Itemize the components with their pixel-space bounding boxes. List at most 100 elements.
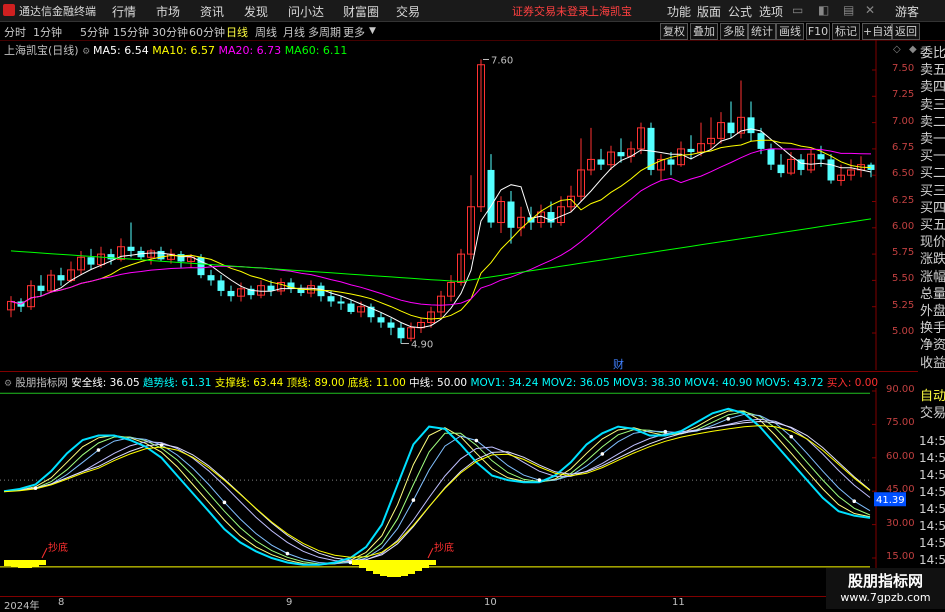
x-label-aug: 8: [58, 597, 65, 608]
menu-item-function[interactable]: 功能: [667, 3, 691, 20]
notice-stock[interactable]: 上海凯宝: [588, 3, 632, 19]
menu-item-wealth[interactable]: 财富圈: [343, 3, 379, 20]
side-panel-item[interactable]: 买一: [920, 145, 945, 164]
menu-item-options[interactable]: 选项: [759, 3, 783, 20]
time-tick-label: 14:56: [919, 553, 945, 567]
side-panel-item[interactable]: 卖二: [920, 111, 945, 130]
safety-dot: [726, 417, 731, 421]
side-panel-item[interactable]: 涨跌: [920, 248, 945, 267]
side-panel-item[interactable]: 买二: [920, 162, 945, 181]
side-panel-item[interactable]: 换手: [920, 317, 945, 336]
bottom-bar: [401, 560, 408, 576]
candle-down: [667, 159, 675, 165]
caret-icon: ◆: [909, 44, 917, 55]
back-button[interactable]: 返回: [892, 23, 920, 40]
login-notice[interactable]: 证券交易未登录: [512, 3, 589, 19]
indicator-axis: 90.00 75.00 60.00 45.00 30.00 15.00 14:56 14:56…: [876, 384, 945, 593]
safety-dot: [96, 448, 101, 452]
app-title: 通达信金融终端: [19, 5, 96, 18]
low-price-label: 4.90: [411, 340, 433, 351]
side-panel-item[interactable]: 买五: [920, 214, 945, 233]
side-panel-lower-item[interactable]: 交易: [920, 402, 945, 421]
menu-item-market[interactable]: 市场: [156, 3, 180, 20]
period-tab-5min[interactable]: 5分钟: [80, 24, 109, 40]
candle-down: [177, 254, 185, 262]
period-tab-15min[interactable]: 15分钟: [113, 24, 149, 40]
period-tab-intraday[interactable]: 分时: [4, 24, 26, 40]
period-tab-daily[interactable]: 日线: [226, 24, 248, 40]
menu-bar: 通达信金融终端 行情 市场 资讯 发现 问小达 财富圈 交易 证券交易未登录 上…: [0, 0, 945, 22]
side-panel-item[interactable]: 收益: [920, 352, 945, 371]
time-tick-label: 14:56: [919, 519, 945, 533]
overlay-button[interactable]: 叠加: [690, 23, 718, 40]
x-label-oct: 10: [484, 597, 497, 608]
side-panel-item[interactable]: 买四: [920, 197, 945, 216]
side-panel-item[interactable]: 委比: [920, 42, 945, 61]
period-tab-monthly[interactable]: 月线: [283, 24, 305, 40]
candle-down: [507, 201, 515, 228]
side-panel-item[interactable]: 卖五: [920, 59, 945, 78]
close-icon[interactable]: ✕: [865, 3, 875, 17]
bottom-bar: [373, 560, 380, 574]
period-tab-multi[interactable]: 多周期: [308, 24, 341, 40]
menu-item-trade[interactable]: 交易: [396, 3, 420, 20]
safety-dot: [537, 478, 542, 482]
bottom-bar: [352, 560, 359, 565]
candlestick-chart[interactable]: 7.60 4.90 财: [0, 40, 918, 370]
safety-dot: [852, 499, 857, 504]
draw-button[interactable]: 画线: [776, 23, 804, 40]
settings-icon[interactable]: ▤: [843, 3, 854, 17]
mov-line-1: [3, 410, 871, 566]
period-tab-weekly[interactable]: 周线: [255, 24, 277, 40]
maximize-icon[interactable]: ◧: [818, 3, 829, 17]
side-panel-item[interactable]: 买三: [920, 180, 945, 199]
more-chevron-icon[interactable]: ▼: [369, 26, 376, 36]
period-tab-1min[interactable]: 1分钟: [33, 24, 62, 40]
candle-down: [777, 164, 785, 174]
candle-down: [827, 159, 835, 181]
period-tab-30min[interactable]: 30分钟: [152, 24, 188, 40]
bottom-bar: [408, 560, 415, 574]
menu-item-formula[interactable]: 公式: [728, 3, 752, 20]
high-price-label: 7.60: [491, 55, 513, 66]
side-panel-item[interactable]: 现价: [920, 231, 945, 250]
menu-item-quote[interactable]: 行情: [112, 3, 136, 20]
menu-item-news[interactable]: 资讯: [200, 3, 224, 20]
side-panel-item[interactable]: 涨幅: [920, 266, 945, 285]
multi-stock-button[interactable]: 多股: [720, 23, 748, 40]
bottom-bar: [39, 560, 46, 565]
watermark: 股朋指标网 www.7gpzb.com: [826, 568, 945, 609]
guest-label[interactable]: 游客: [895, 3, 919, 20]
candle-down: [217, 280, 225, 291]
period-toolbar: 分时 1分钟 5分钟 15分钟 30分钟 60分钟 日线 周线 月线 多周期 更…: [0, 22, 945, 41]
time-tick-label: 14:56: [919, 536, 945, 550]
side-panel-item[interactable]: 净资: [920, 334, 945, 353]
side-panel-item[interactable]: 卖三: [920, 94, 945, 113]
period-tab-60min[interactable]: 60分钟: [189, 24, 225, 40]
bottom-bar: [18, 560, 25, 568]
menu-item-layout[interactable]: 版面: [697, 3, 721, 20]
minimize-icon[interactable]: ▭: [792, 3, 803, 17]
indicator-chart[interactable]: 抄底 抄底41.39: [0, 388, 918, 593]
safety-dot: [474, 438, 479, 443]
side-panel-item[interactable]: 卖四: [920, 76, 945, 95]
menu-item-discover[interactable]: 发现: [244, 3, 268, 20]
price-axis: 7.50 7.25 7.00 6.75 6.50 6.25 6.00 5.75 5.50 5.25…: [876, 40, 918, 370]
price-tick-label: 5.50: [892, 273, 915, 285]
add-watchlist-button[interactable]: +自选: [862, 23, 894, 40]
mark-button[interactable]: 标记: [832, 23, 860, 40]
candle-down: [327, 296, 335, 302]
bottom-bar: [415, 560, 422, 571]
bottom-bar: [394, 560, 401, 577]
f10-button[interactable]: F10: [806, 23, 830, 40]
buy-signal-label: 抄底: [48, 541, 68, 554]
adjust-button[interactable]: 复权: [660, 23, 688, 40]
stats-button[interactable]: 统计: [748, 23, 776, 40]
side-panel-item[interactable]: 总量: [920, 283, 945, 302]
side-panel-item[interactable]: 卖一: [920, 128, 945, 147]
safety-dot: [159, 443, 164, 447]
side-panel-item[interactable]: 外盘: [920, 300, 945, 319]
bottom-bar: [429, 560, 436, 565]
menu-item-ask[interactable]: 问小达: [288, 3, 324, 20]
period-tab-more[interactable]: 更多: [343, 24, 365, 40]
